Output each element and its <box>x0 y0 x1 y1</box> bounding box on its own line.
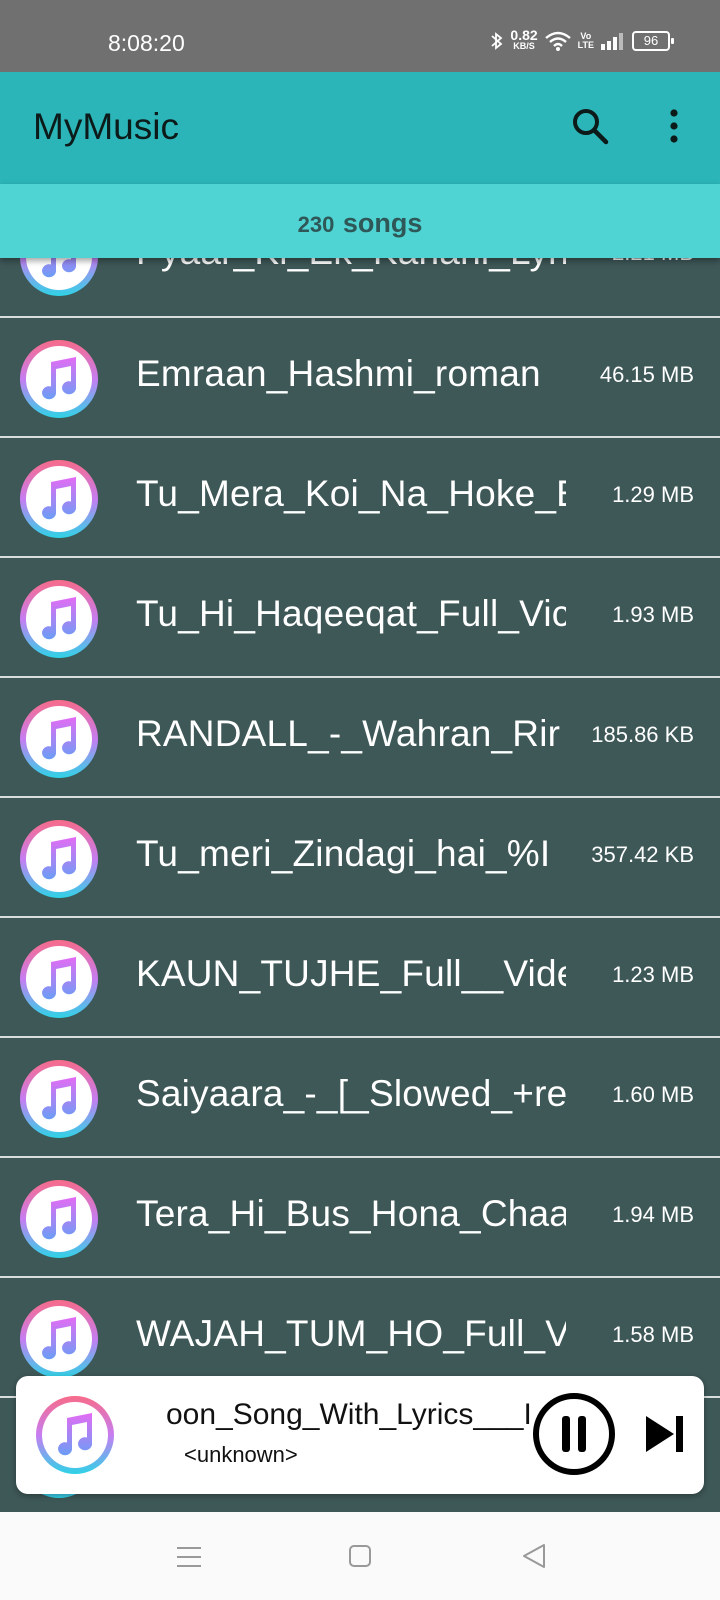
song-size: 185.86 KB <box>591 722 694 747</box>
music-note-icon <box>18 578 100 660</box>
music-note-icon <box>18 1298 100 1380</box>
recents-icon[interactable] <box>176 1544 202 1570</box>
music-note-icon <box>18 698 100 780</box>
pause-icon[interactable] <box>532 1392 616 1476</box>
home-icon[interactable] <box>348 1544 372 1568</box>
song-count-number: 230 <box>297 212 335 237</box>
song-row[interactable]: Emraan_Hashmi_roman 46.15 MB <box>0 316 720 436</box>
song-row[interactable]: KAUN_TUJHE_Full__Vide 1.23 MB <box>0 916 720 1036</box>
song-count-label: songs <box>342 208 423 238</box>
music-note-icon <box>18 458 100 540</box>
now-playing-artist: <unknown> <box>184 1442 298 1467</box>
music-note-icon <box>18 1178 100 1260</box>
song-title: Tu_meri_Zindagi_hai_%I <box>136 833 551 874</box>
song-title: Tera_Hi_Bus_Hona_Chaa <box>136 1193 566 1234</box>
song-row[interactable]: Tu_Mera_Koi_Na_Hoke_E 1.29 MB <box>0 436 720 556</box>
song-title: Saiyaara_-_[_Slowed_+rev <box>136 1073 566 1114</box>
song-size: 46.15 MB <box>599 362 694 387</box>
song-count-bar: 230 songs <box>0 184 720 258</box>
song-title: Tu_Hi_Haqeeqat_Full_Vic <box>136 593 566 634</box>
song-title: Emraan_Hashmi_roman <box>136 353 541 394</box>
mini-player[interactable]: oon_Song_With_Lyrics___I <unknown> <box>16 1376 704 1494</box>
song-row[interactable]: Tera_Hi_Bus_Hona_Chaa 1.94 MB <box>0 1156 720 1276</box>
music-note-icon <box>18 1058 100 1140</box>
song-size: 357.42 KB <box>591 842 694 867</box>
song-size: 1.60 MB <box>612 1082 694 1107</box>
song-size: 1.23 MB <box>612 962 694 987</box>
song-size: 1.29 MB <box>612 482 694 507</box>
song-row[interactable]: Tu_Hi_Haqeeqat_Full_Vic 1.93 MB <box>0 556 720 676</box>
song-size: 1.58 MB <box>612 1322 694 1347</box>
back-icon[interactable] <box>520 1542 548 1570</box>
music-note-icon <box>18 338 100 420</box>
song-title: KAUN_TUJHE_Full__Vide <box>136 953 566 994</box>
song-row[interactable]: Saiyaara_-_[_Slowed_+rev 1.60 MB <box>0 1036 720 1156</box>
music-note-icon <box>18 818 100 900</box>
song-size: 1.94 MB <box>612 1202 694 1227</box>
song-size: 1.93 MB <box>612 602 694 627</box>
system-nav-bar <box>0 1512 720 1600</box>
song-title: RANDALL_-_Wahran_Rir <box>136 713 561 754</box>
song-row[interactable]: Tu_meri_Zindagi_hai_%I 357.42 KB <box>0 796 720 916</box>
music-note-icon <box>18 938 100 1020</box>
song-row[interactable]: RANDALL_-_Wahran_Rir 185.86 KB <box>0 676 720 796</box>
song-title: Tu_Mera_Koi_Na_Hoke_E <box>136 473 566 514</box>
music-note-icon <box>34 1394 116 1476</box>
now-playing-title[interactable]: oon_Song_With_Lyrics___I <box>166 1398 532 1432</box>
song-title: WAJAH_TUM_HO_Full_V <box>136 1313 566 1354</box>
skip-next-icon[interactable] <box>638 1406 694 1462</box>
